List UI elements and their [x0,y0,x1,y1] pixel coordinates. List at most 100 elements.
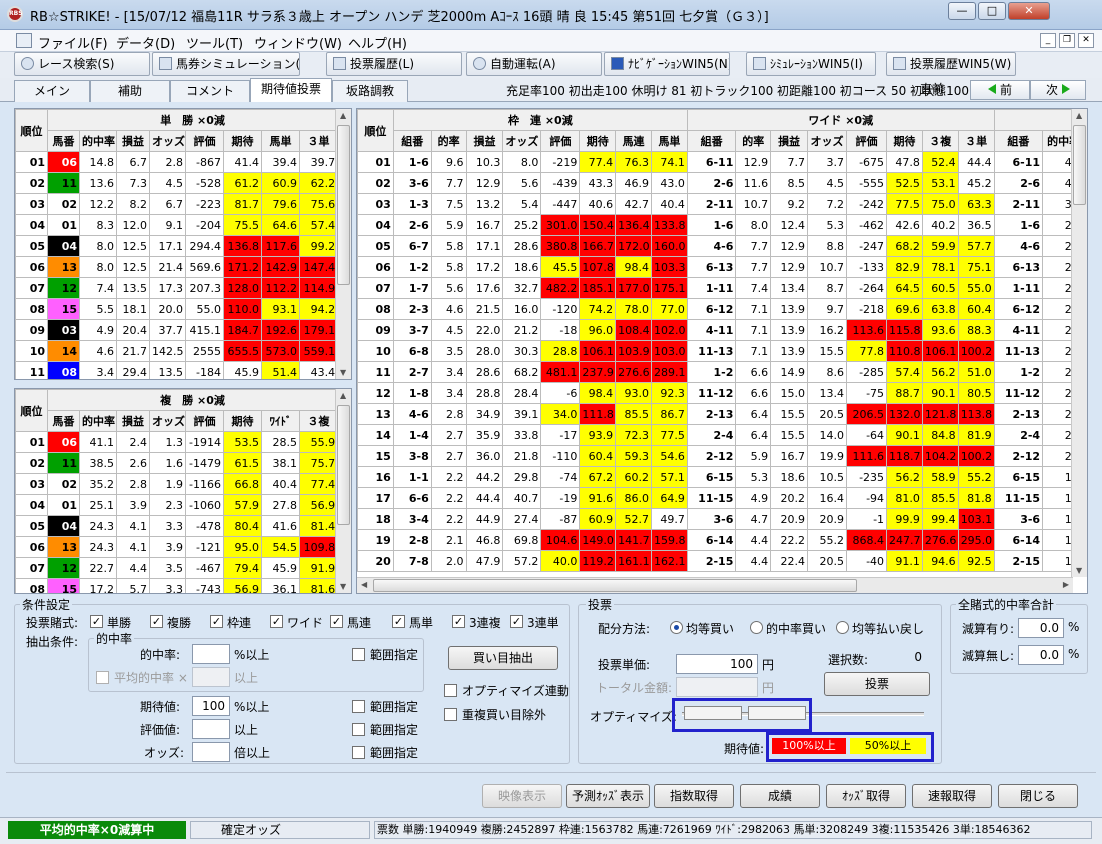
odds-range-checkbox[interactable] [352,746,365,759]
bet-type-checkbox[interactable]: ✓ [210,615,223,628]
auto-run-button[interactable]: 自動運転(A) [466,52,602,76]
combination-row[interactable]: 13 4-6 2.8 34.9 39.1 34.0 111.8 85.5 86.7 2-13 6.4… [357,403,1087,425]
minimize-button[interactable]: — [948,2,976,20]
mdi-minimize-icon[interactable]: _ [1040,33,1056,48]
combination-row[interactable]: 07 1-7 5.6 17.6 32.7 482.2 185.1 177.0 175.1 1-11… [357,277,1087,299]
unit-price-input[interactable]: 100 [676,654,758,674]
combination-row[interactable]: 09 3-7 4.5 22.0 21.2 -18 96.0 108.4 102.0 4-11 7.1… [357,319,1087,341]
tansho-row[interactable]: 08 15 5.5 18.1 20.0 55.0 110.0 93.1 94.2 [15,298,339,320]
tansho-row[interactable]: 07 12 7.4 13.5 17.3 207.3 128.0 112.2 114.9 [15,277,339,299]
menu-window[interactable]: ウィンドウ(W) [254,33,342,52]
total-amount-input[interactable] [676,677,758,697]
mdi-restore-icon[interactable]: ❐ [1059,33,1075,48]
odds-input[interactable] [192,742,230,762]
tab-comment[interactable]: コメント [170,80,250,102]
simulation-win5-button[interactable]: ｼﾐｭﾚｰｼｮﾝWIN5(I) [746,52,876,76]
fukusho-row[interactable]: 06 13 24.3 4.1 3.9 -121 95.0 54.5 109.8 [15,536,339,558]
fukusho-row[interactable]: 03 02 35.2 2.8 1.9 -1166 66.8 40.4 77.4 [15,473,339,495]
avg-hit-checkbox[interactable] [96,671,109,684]
optimize-link-checkbox[interactable] [444,684,457,697]
combination-row[interactable]: 16 1-1 2.2 44.2 29.8 -74 67.2 60.2 57.1 6-15 5.3 18… [357,466,1087,488]
equal-buy-radio[interactable] [670,621,683,634]
fukusho-row[interactable]: 02 11 38.5 2.6 1.6 -1479 61.5 38.1 75.7 [15,452,339,474]
avg-hit-input[interactable] [192,667,230,687]
bet-type-checkbox[interactable]: ✓ [510,615,523,628]
bet-simulation-button[interactable]: 馬券シミュレーション(B) [152,52,300,76]
tansho-row[interactable]: 05 04 8.0 12.5 17.1 294.4 136.8 117.6 99.2 [15,235,339,257]
odds-fetch-button[interactable]: ｵｯｽﾞ取得 [826,784,906,808]
hit-range-checkbox[interactable] [352,648,365,661]
tab-auxiliary[interactable]: 補助 [90,80,170,102]
results-button[interactable]: 成績 [740,784,820,808]
combination-row[interactable]: 02 3-6 7.7 12.9 5.6 -439 43.3 46.9 43.0 2-6 11.6 8.… [357,172,1087,194]
menu-data[interactable]: データ(D) [116,33,175,52]
combination-row[interactable]: 15 3-8 2.7 36.0 21.8 -110 60.4 59.3 54.6 2-12 5.9 1… [357,445,1087,467]
bet-type-checkbox[interactable]: ✓ [270,615,283,628]
fukusho-row[interactable]: 01 06 41.1 2.4 1.3 -1914 53.5 28.5 55.9 [15,431,339,453]
tansho-row[interactable]: 03 02 12.2 8.2 6.7 -223 81.7 79.6 75.6 [15,193,339,215]
combination-row[interactable]: 08 2-3 4.6 21.5 16.0 -120 74.2 78.0 77.0 6-12 7.1 1… [357,298,1087,320]
race-search-button[interactable]: レース検索(S) [14,52,150,76]
index-fetch-button[interactable]: 指数取得 [654,784,734,808]
predicted-odds-button[interactable]: 予測ｵｯｽﾞ表示 [566,784,650,808]
combination-row[interactable]: 01 1-6 9.6 10.3 8.0 -219 77.4 76.3 74.1 6-11 12.9 7… [357,151,1087,173]
tansho-row[interactable]: 06 13 8.0 12.5 21.4 569.6 171.2 142.9 147.4 [15,256,339,278]
video-display-button[interactable]: 映像表示 [482,784,562,808]
vote-history-win5-button[interactable]: 投票履歴WIN5(W) [886,52,1016,76]
maximize-button[interactable]: □ [978,2,1006,20]
combination-row[interactable]: 17 6-6 2.2 44.4 40.7 -19 91.6 86.0 64.9 11-15 4.9 2… [357,487,1087,509]
menu-help[interactable]: ヘルプ(H) [348,33,407,52]
combination-row[interactable]: 10 6-8 3.5 28.0 30.3 28.8 106.1 103.9 103.0 11-13… [357,340,1087,362]
fukusho-row[interactable]: 05 04 24.3 4.1 3.3 -478 80.4 41.6 81.4 [15,515,339,537]
bet-type-checkbox[interactable]: ✓ [90,615,103,628]
expected-value-input[interactable]: 100 [192,696,230,716]
fukusho-scrollbar[interactable]: ▲ ▼ [335,389,351,593]
tab-main[interactable]: メイン [14,80,90,102]
combination-row[interactable]: 20 7-8 2.0 47.9 57.2 40.0 119.2 161.1 162.1 2-15 4… [357,550,1087,572]
fukusho-row[interactable]: 08 15 17.2 5.7 3.3 -743 56.9 36.1 81.6 [15,578,339,593]
vote-history-button[interactable]: 投票履歴(L) [326,52,462,76]
tansho-row[interactable]: 01 06 14.8 6.7 2.8 -867 41.4 39.4 39.7 [15,151,339,173]
evaluation-input[interactable] [192,719,230,739]
fukusho-row[interactable]: 07 12 22.7 4.4 3.5 -467 79.4 45.9 91.9 [15,557,339,579]
expected-range-checkbox[interactable] [352,700,365,713]
menu-tools[interactable]: ツール(T) [186,33,243,52]
bet-type-checkbox[interactable]: ✓ [452,615,465,628]
combination-row[interactable]: 12 1-8 3.4 28.8 28.4 -6 98.4 93.0 92.3 11-12 6.6 15… [357,382,1087,404]
fukusho-row[interactable]: 04 01 25.1 3.9 2.3 -1060 57.9 27.8 56.9 [15,494,339,516]
combination-row[interactable]: 14 1-4 2.7 35.9 33.8 -17 93.9 72.3 77.5 2-4 6.4 15.… [357,424,1087,446]
menu-file[interactable]: ファイル(F) [38,33,108,52]
tab-slope-training[interactable]: 坂路調教 [332,80,408,102]
tansho-row[interactable]: 10 14 4.6 21.7 142.5 2555 655.5 573.0 559.1 [15,340,339,362]
combination-row[interactable]: 03 1-3 7.5 13.2 5.4 -447 40.6 42.7 40.4 2-11 10.7 9… [357,193,1087,215]
extract-bets-button[interactable]: 買い目抽出 [448,646,558,670]
tansho-row[interactable]: 09 03 4.9 20.4 37.7 415.1 184.7 192.6 179.1 [15,319,339,341]
navigation-win5-button[interactable]: ﾅﾋﾞｹﾞｰｼｮﾝWIN5(N) [604,52,730,76]
hit-rate-buy-radio[interactable] [750,621,763,634]
tansho-row[interactable]: 02 11 13.6 7.3 4.5 -528 61.2 60.9 62.2 [15,172,339,194]
next-race-button[interactable]: 次 [1030,80,1086,100]
close-window-button[interactable]: ✕ [1008,2,1050,20]
combination-hscrollbar[interactable]: ◀ ▶ [357,577,1073,593]
combination-row[interactable]: 04 2-6 5.9 16.7 25.2 301.0 150.4 136.4 133.8 1-6 8… [357,214,1087,236]
mdi-close-icon[interactable]: ✕ [1078,33,1094,48]
combination-row[interactable]: 11 2-7 3.4 28.6 68.2 481.1 237.9 276.6 289.1 1-2 6… [357,361,1087,383]
mdi-child-icon[interactable] [16,33,32,48]
bet-type-checkbox[interactable]: ✓ [392,615,405,628]
combination-vscrollbar[interactable]: ▲ ▼ [1071,109,1087,577]
tansho-scrollbar[interactable]: ▲ ▼ [335,109,351,379]
close-button[interactable]: 閉じる [998,784,1078,808]
combination-row[interactable]: 05 6-7 5.8 17.1 28.6 380.8 166.7 172.0 160.0 4-6 7… [357,235,1087,257]
tansho-row[interactable]: 11 08 3.4 29.4 13.5 -184 45.9 51.4 43.4 [15,361,339,379]
tansho-row[interactable]: 04 01 8.3 12.0 9.1 -204 75.5 64.6 57.4 [15,214,339,236]
bet-type-checkbox[interactable]: ✓ [150,615,163,628]
equal-payout-radio[interactable] [836,621,849,634]
tab-expected-value-vote[interactable]: 期待値投票 [250,78,332,102]
hit-rate-input[interactable] [192,644,230,664]
dup-exclude-checkbox[interactable] [444,708,457,721]
prev-race-button[interactable]: 前 [970,80,1030,100]
bet-type-checkbox[interactable]: ✓ [330,615,343,628]
flash-fetch-button[interactable]: 速報取得 [912,784,992,808]
combination-row[interactable]: 19 2-8 2.1 46.8 69.8 104.6 149.0 141.7 159.8 6-14… [357,529,1087,551]
combination-row[interactable]: 06 1-2 5.8 17.2 18.6 45.5 107.8 98.4 103.3 6-13 7.… [357,256,1087,278]
